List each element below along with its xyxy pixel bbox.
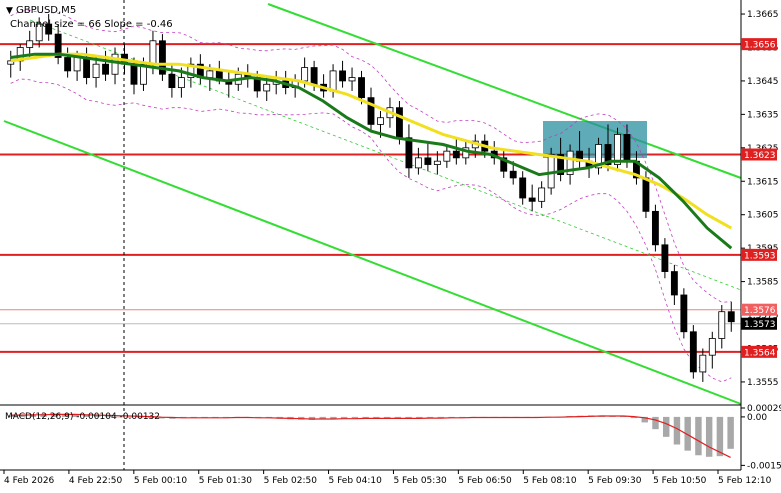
candle-body <box>348 77 356 82</box>
y-tick-label: 1.3645 <box>747 77 779 87</box>
x-tick-label: 5 Feb 10:50 <box>653 476 707 486</box>
candle-body <box>689 331 697 373</box>
candle-body <box>528 197 536 202</box>
level-tag-label: 1.3593 <box>744 251 776 261</box>
candle-body <box>102 63 109 75</box>
candle-body <box>405 137 413 169</box>
candle-body <box>64 57 72 72</box>
candle-body <box>301 67 309 82</box>
chart-root: 1.36651.36551.36451.36351.36251.36151.36… <box>0 0 781 489</box>
candle-body <box>263 83 271 92</box>
candle-body <box>83 57 91 78</box>
candle-body <box>310 67 318 85</box>
x-tick-label: 4 Feb 22:50 <box>69 476 123 486</box>
level-tag-label: 1.3656 <box>744 41 776 51</box>
macd-bar <box>705 416 713 457</box>
candle-body <box>339 70 346 82</box>
candle-body <box>433 160 441 165</box>
candle-body <box>358 77 365 99</box>
candle-body <box>538 187 546 202</box>
x-tick-label: 4 Feb 2026 <box>4 476 55 486</box>
channel-info: Channel size = 66 Slope = -0.46 <box>10 19 173 30</box>
macd-bar <box>652 416 659 430</box>
candle-body <box>443 150 451 162</box>
candle-body <box>670 271 678 296</box>
candle-body <box>727 311 735 323</box>
candle-body <box>651 210 659 246</box>
symbol-label: GBPUSD,M5 <box>16 5 76 16</box>
macd-bar <box>716 416 724 457</box>
candle-body <box>168 73 176 89</box>
candle-body <box>414 157 422 169</box>
macd-bar <box>663 416 670 437</box>
candle-body <box>177 77 185 89</box>
level-tag-label: 1.3564 <box>744 348 776 358</box>
macd-bar <box>695 416 702 456</box>
x-tick-label: 5 Feb 09:30 <box>588 476 642 486</box>
y-tick-label: 1.3605 <box>747 211 779 221</box>
candle-body <box>26 40 34 48</box>
macd-label: MACD(12,26,9) -0.00104 -0.00132 <box>5 412 160 422</box>
x-tick-label: 5 Feb 00:10 <box>134 476 188 486</box>
x-tick-label: 5 Feb 01:30 <box>199 476 253 486</box>
macd-bar <box>727 416 734 449</box>
candle-body <box>623 134 631 162</box>
candle-body <box>699 354 707 373</box>
x-tick-label: 5 Feb 06:50 <box>458 476 512 486</box>
candle-body <box>509 170 517 179</box>
y-tick-label: 1.3635 <box>747 110 779 120</box>
price-tag-label: 1.3573 <box>744 320 776 330</box>
candle-body <box>130 63 138 85</box>
candle-body <box>424 157 432 165</box>
x-tick-label: 5 Feb 08:10 <box>523 476 577 486</box>
candle-body <box>708 338 716 356</box>
candle-body <box>519 177 527 199</box>
macd-bar <box>351 416 359 419</box>
candle-body <box>149 40 157 65</box>
candle-body <box>329 70 337 92</box>
candle-body <box>367 97 375 125</box>
level-tag-label: 1.3623 <box>744 151 776 161</box>
price-tag-label: 1.3576 <box>744 306 776 316</box>
candle-body <box>642 177 650 212</box>
collapse-triangle-icon[interactable]: ▼ <box>6 6 13 16</box>
x-tick-label: 5 Feb 12:10 <box>718 476 772 486</box>
x-tick-label: 5 Feb 04:10 <box>329 476 383 486</box>
candle-body <box>92 63 100 78</box>
candle-body <box>661 244 669 272</box>
macd-bar <box>673 416 681 445</box>
candle-body <box>396 107 403 139</box>
x-tick-label: 5 Feb 02:50 <box>264 476 318 486</box>
y-tick-label: 1.3585 <box>747 278 779 288</box>
y-tick-label: 1.3555 <box>747 378 779 388</box>
y-tick-label: 1.3615 <box>747 177 779 187</box>
candle-body <box>206 70 214 78</box>
macd-y-tick-label: -0.00158 <box>747 461 781 471</box>
x-tick-label: 5 Feb 05:30 <box>393 476 447 486</box>
candle-body <box>680 294 688 333</box>
macd-y-tick-label: 0.00 <box>747 413 767 423</box>
candle-body <box>377 117 384 125</box>
y-tick-label: 1.3665 <box>747 10 779 20</box>
chart-canvas: 1.36651.36551.36451.36351.36251.36151.36… <box>0 0 781 489</box>
candle-body <box>73 57 81 72</box>
candle-body <box>718 311 726 339</box>
highlight-zone <box>543 121 647 158</box>
candle-body <box>452 150 460 159</box>
